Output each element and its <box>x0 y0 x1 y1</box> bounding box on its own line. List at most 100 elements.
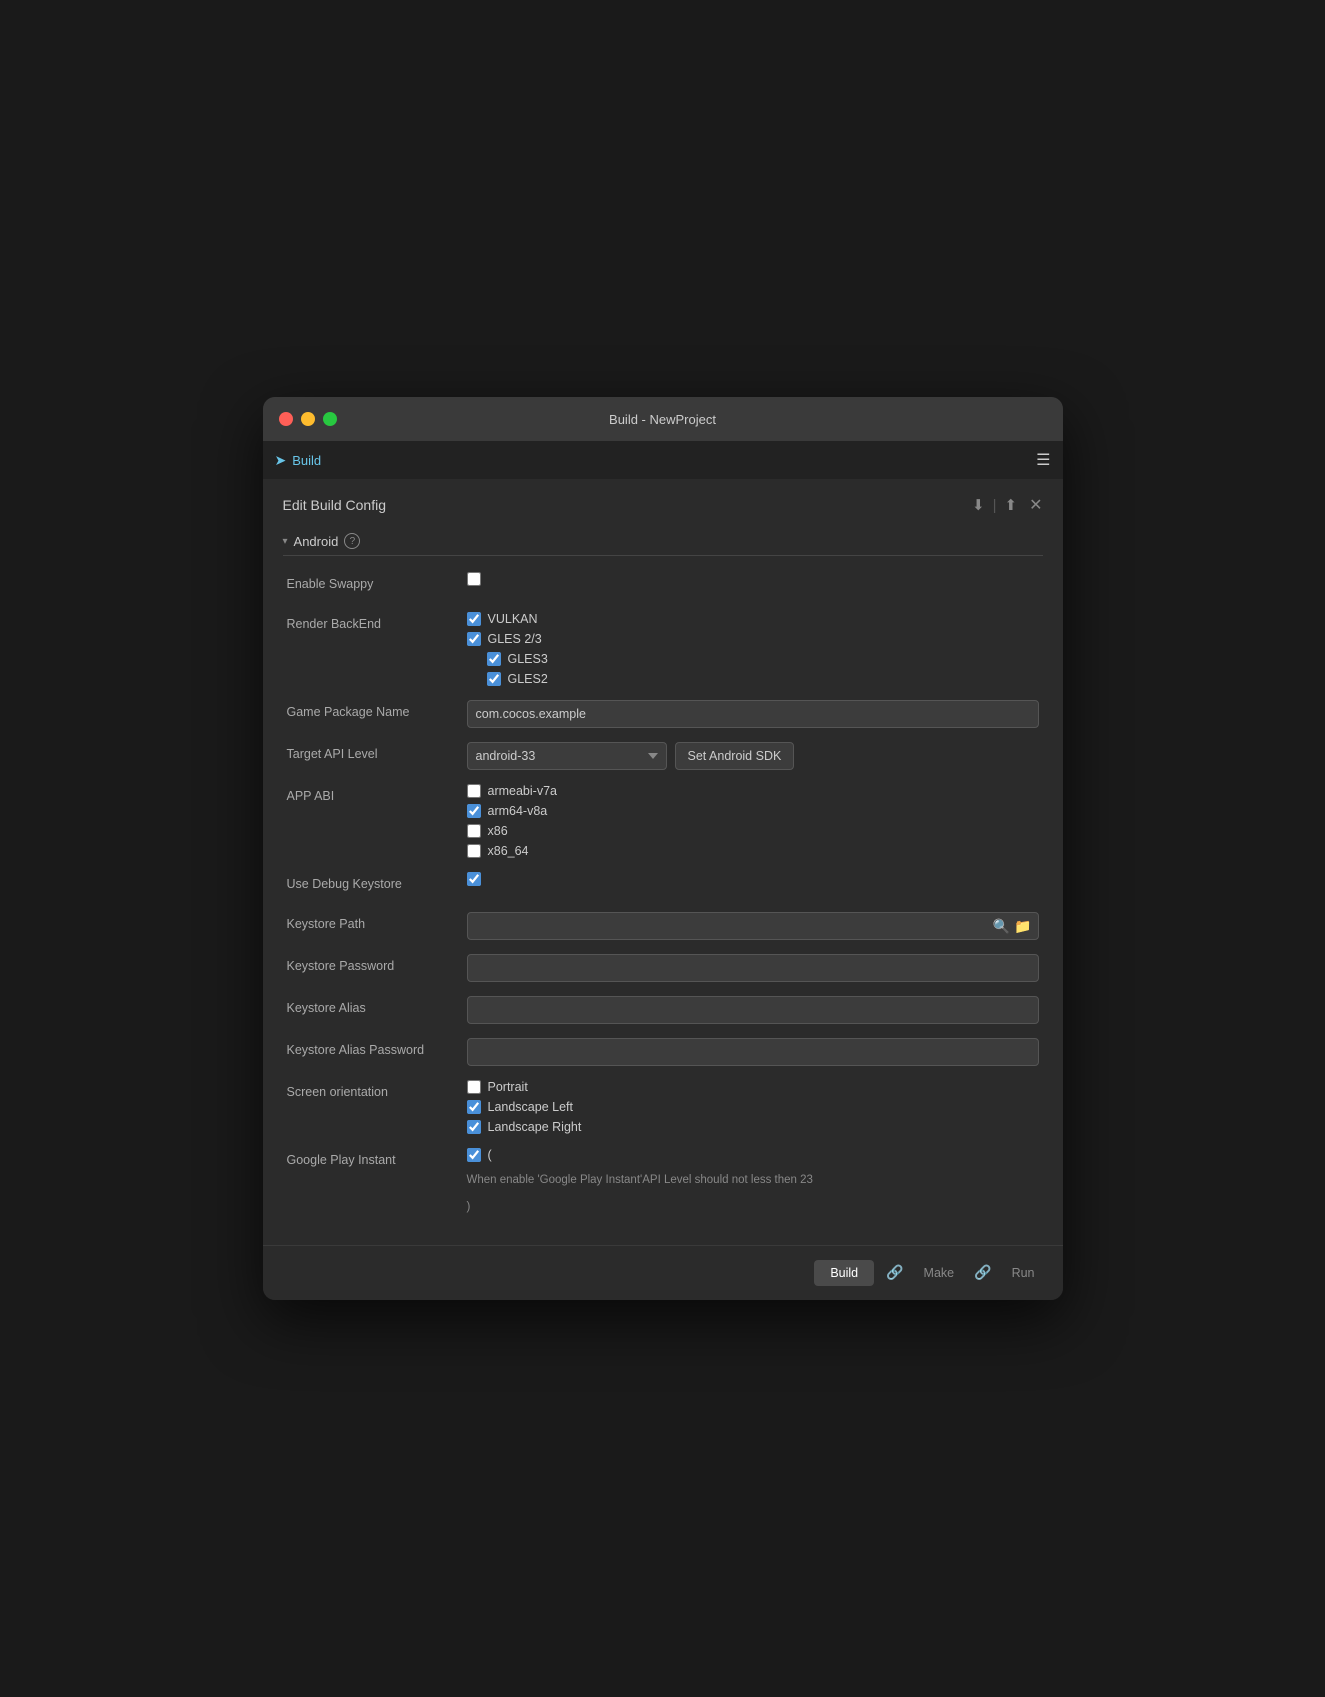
game-package-name-input[interactable] <box>467 700 1039 728</box>
landscape-left-checkbox[interactable] <box>467 1100 481 1114</box>
x86-64-row: x86_64 <box>467 844 1039 858</box>
export-icon[interactable]: ⬆ <box>1005 496 1018 514</box>
keystore-path-input-wrapper: 🔍 📁 <box>467 912 1039 940</box>
gles23-row: GLES 2/3 <box>467 632 1039 646</box>
close-icon[interactable]: ✕ <box>1029 495 1042 515</box>
help-icon[interactable]: ? <box>344 533 360 549</box>
target-api-level-select[interactable]: android-33 <box>467 742 667 770</box>
landscape-right-row: Landscape Right <box>467 1120 1039 1134</box>
armeabi-v7a-checkbox[interactable] <box>467 784 481 798</box>
landscape-right-checkbox[interactable] <box>467 1120 481 1134</box>
make-button[interactable]: Make <box>916 1260 963 1286</box>
collapse-icon[interactable]: ▾ <box>283 536 288 547</box>
gles3-label: GLES3 <box>508 652 548 666</box>
keystore-alias-label: Keystore Alias <box>287 996 467 1018</box>
screen-orientation-content: Portrait Landscape Left Landscape Right <box>467 1080 1039 1134</box>
google-play-instant-content: ( When enable 'Google Play Instant'API L… <box>467 1148 1039 1214</box>
target-api-level-label: Target API Level <box>287 742 467 764</box>
close-button[interactable] <box>279 412 293 426</box>
portrait-row: Portrait <box>467 1080 1039 1094</box>
gles2-checkbox[interactable] <box>487 672 501 686</box>
portrait-label: Portrait <box>488 1080 528 1094</box>
google-play-instant-row: Google Play Instant ( When enable 'Googl… <box>287 1148 1039 1214</box>
set-android-sdk-button[interactable]: Set Android SDK <box>675 742 795 770</box>
enable-swappy-checkbox-row <box>467 572 1039 586</box>
render-backend-content: VULKAN GLES 2/3 GLES3 GLES2 <box>467 612 1039 686</box>
folder-icon[interactable]: 📁 <box>1014 918 1031 935</box>
gles3-row: GLES3 <box>487 652 1039 666</box>
armeabi-v7a-label: armeabi-v7a <box>488 784 557 798</box>
x86-row: x86 <box>467 824 1039 838</box>
game-package-name-label: Game Package Name <box>287 700 467 722</box>
keystore-alias-password-content <box>467 1038 1039 1066</box>
google-play-instant-paren-open: ( <box>488 1148 492 1162</box>
traffic-lights <box>279 412 337 426</box>
window-title: Build - NewProject <box>609 412 716 427</box>
armeabi-v7a-row: armeabi-v7a <box>467 784 1039 798</box>
keystore-alias-password-row: Keystore Alias Password <box>287 1038 1039 1066</box>
keystore-password-label: Keystore Password <box>287 954 467 976</box>
use-debug-keystore-checkbox[interactable] <box>467 872 481 886</box>
gles2-label: GLES2 <box>508 672 548 686</box>
arm64-v8a-row: arm64-v8a <box>467 804 1039 818</box>
send-icon: ➤ <box>275 452 287 469</box>
hamburger-icon[interactable]: ☰ <box>1036 450 1050 470</box>
render-backend-row: Render BackEnd VULKAN GLES 2/3 GLES3 <box>287 612 1039 686</box>
vulkan-label: VULKAN <box>488 612 538 626</box>
title-bar: Build - NewProject <box>263 397 1063 441</box>
search-icon[interactable]: 🔍 <box>993 918 1010 935</box>
app-abi-content: armeabi-v7a arm64-v8a x86 x86_64 <box>467 784 1039 858</box>
screen-orientation-row: Screen orientation Portrait Landscape Le… <box>287 1080 1039 1134</box>
keystore-path-row: Keystore Path 🔍 📁 <box>287 912 1039 940</box>
use-debug-keystore-content <box>467 872 1039 886</box>
google-play-instant-label: Google Play Instant <box>287 1148 467 1170</box>
run-button[interactable]: Run <box>1004 1260 1043 1286</box>
make-link-icon[interactable]: 🔗 <box>972 1262 993 1283</box>
portrait-checkbox[interactable] <box>467 1080 481 1094</box>
edit-build-config-panel: Edit Build Config ⬇ | ⬆ ✕ ▾ Android ? En… <box>263 479 1063 1244</box>
build-link-icon[interactable]: 🔗 <box>884 1262 905 1283</box>
screen-orientation-label: Screen orientation <box>287 1080 467 1102</box>
toolbar-build-label[interactable]: Build <box>292 453 321 468</box>
android-section-header: ▾ Android ? <box>283 527 1043 556</box>
arm64-v8a-checkbox[interactable] <box>467 804 481 818</box>
keystore-alias-input[interactable] <box>467 996 1039 1024</box>
maximize-button[interactable] <box>323 412 337 426</box>
vulkan-row: VULKAN <box>467 612 1039 626</box>
landscape-left-row: Landscape Left <box>467 1100 1039 1114</box>
target-api-level-row: Target API Level android-33 Set Android … <box>287 742 1039 770</box>
vulkan-checkbox[interactable] <box>467 612 481 626</box>
google-play-instant-checkbox[interactable] <box>467 1148 481 1162</box>
google-play-instant-checkbox-row: ( <box>467 1148 1039 1162</box>
keystore-alias-password-input[interactable] <box>467 1038 1039 1066</box>
x86-64-label: x86_64 <box>488 844 529 858</box>
toolbar-left: ➤ Build <box>275 452 322 469</box>
landscape-left-label: Landscape Left <box>488 1100 574 1114</box>
enable-swappy-label: Enable Swappy <box>287 572 467 594</box>
google-play-instant-note: When enable 'Google Play Instant'API Lev… <box>467 1172 1039 1188</box>
use-debug-keystore-label: Use Debug Keystore <box>287 872 467 894</box>
toolbar: ➤ Build ☰ <box>263 441 1063 479</box>
app-abi-row: APP ABI armeabi-v7a arm64-v8a x86 <box>287 784 1039 858</box>
enable-swappy-checkbox[interactable] <box>467 572 481 586</box>
gles2-row: GLES2 <box>487 672 1039 686</box>
enable-swappy-row: Enable Swappy <box>287 572 1039 598</box>
x86-checkbox[interactable] <box>467 824 481 838</box>
use-debug-keystore-row: Use Debug Keystore <box>287 872 1039 898</box>
minimize-button[interactable] <box>301 412 315 426</box>
arm64-v8a-label: arm64-v8a <box>488 804 548 818</box>
keystore-path-input[interactable] <box>474 919 989 933</box>
game-package-name-content <box>467 700 1039 728</box>
keystore-password-content <box>467 954 1039 982</box>
divider: | <box>993 497 997 514</box>
panel-title: Edit Build Config <box>283 497 387 513</box>
app-abi-label: APP ABI <box>287 784 467 806</box>
keystore-password-input[interactable] <box>467 954 1039 982</box>
import-icon[interactable]: ⬇ <box>972 496 985 514</box>
gles3-checkbox[interactable] <box>487 652 501 666</box>
x86-64-checkbox[interactable] <box>467 844 481 858</box>
game-package-name-row: Game Package Name <box>287 700 1039 728</box>
keystore-path-label: Keystore Path <box>287 912 467 934</box>
gles23-checkbox[interactable] <box>467 632 481 646</box>
build-button[interactable]: Build <box>814 1260 874 1286</box>
